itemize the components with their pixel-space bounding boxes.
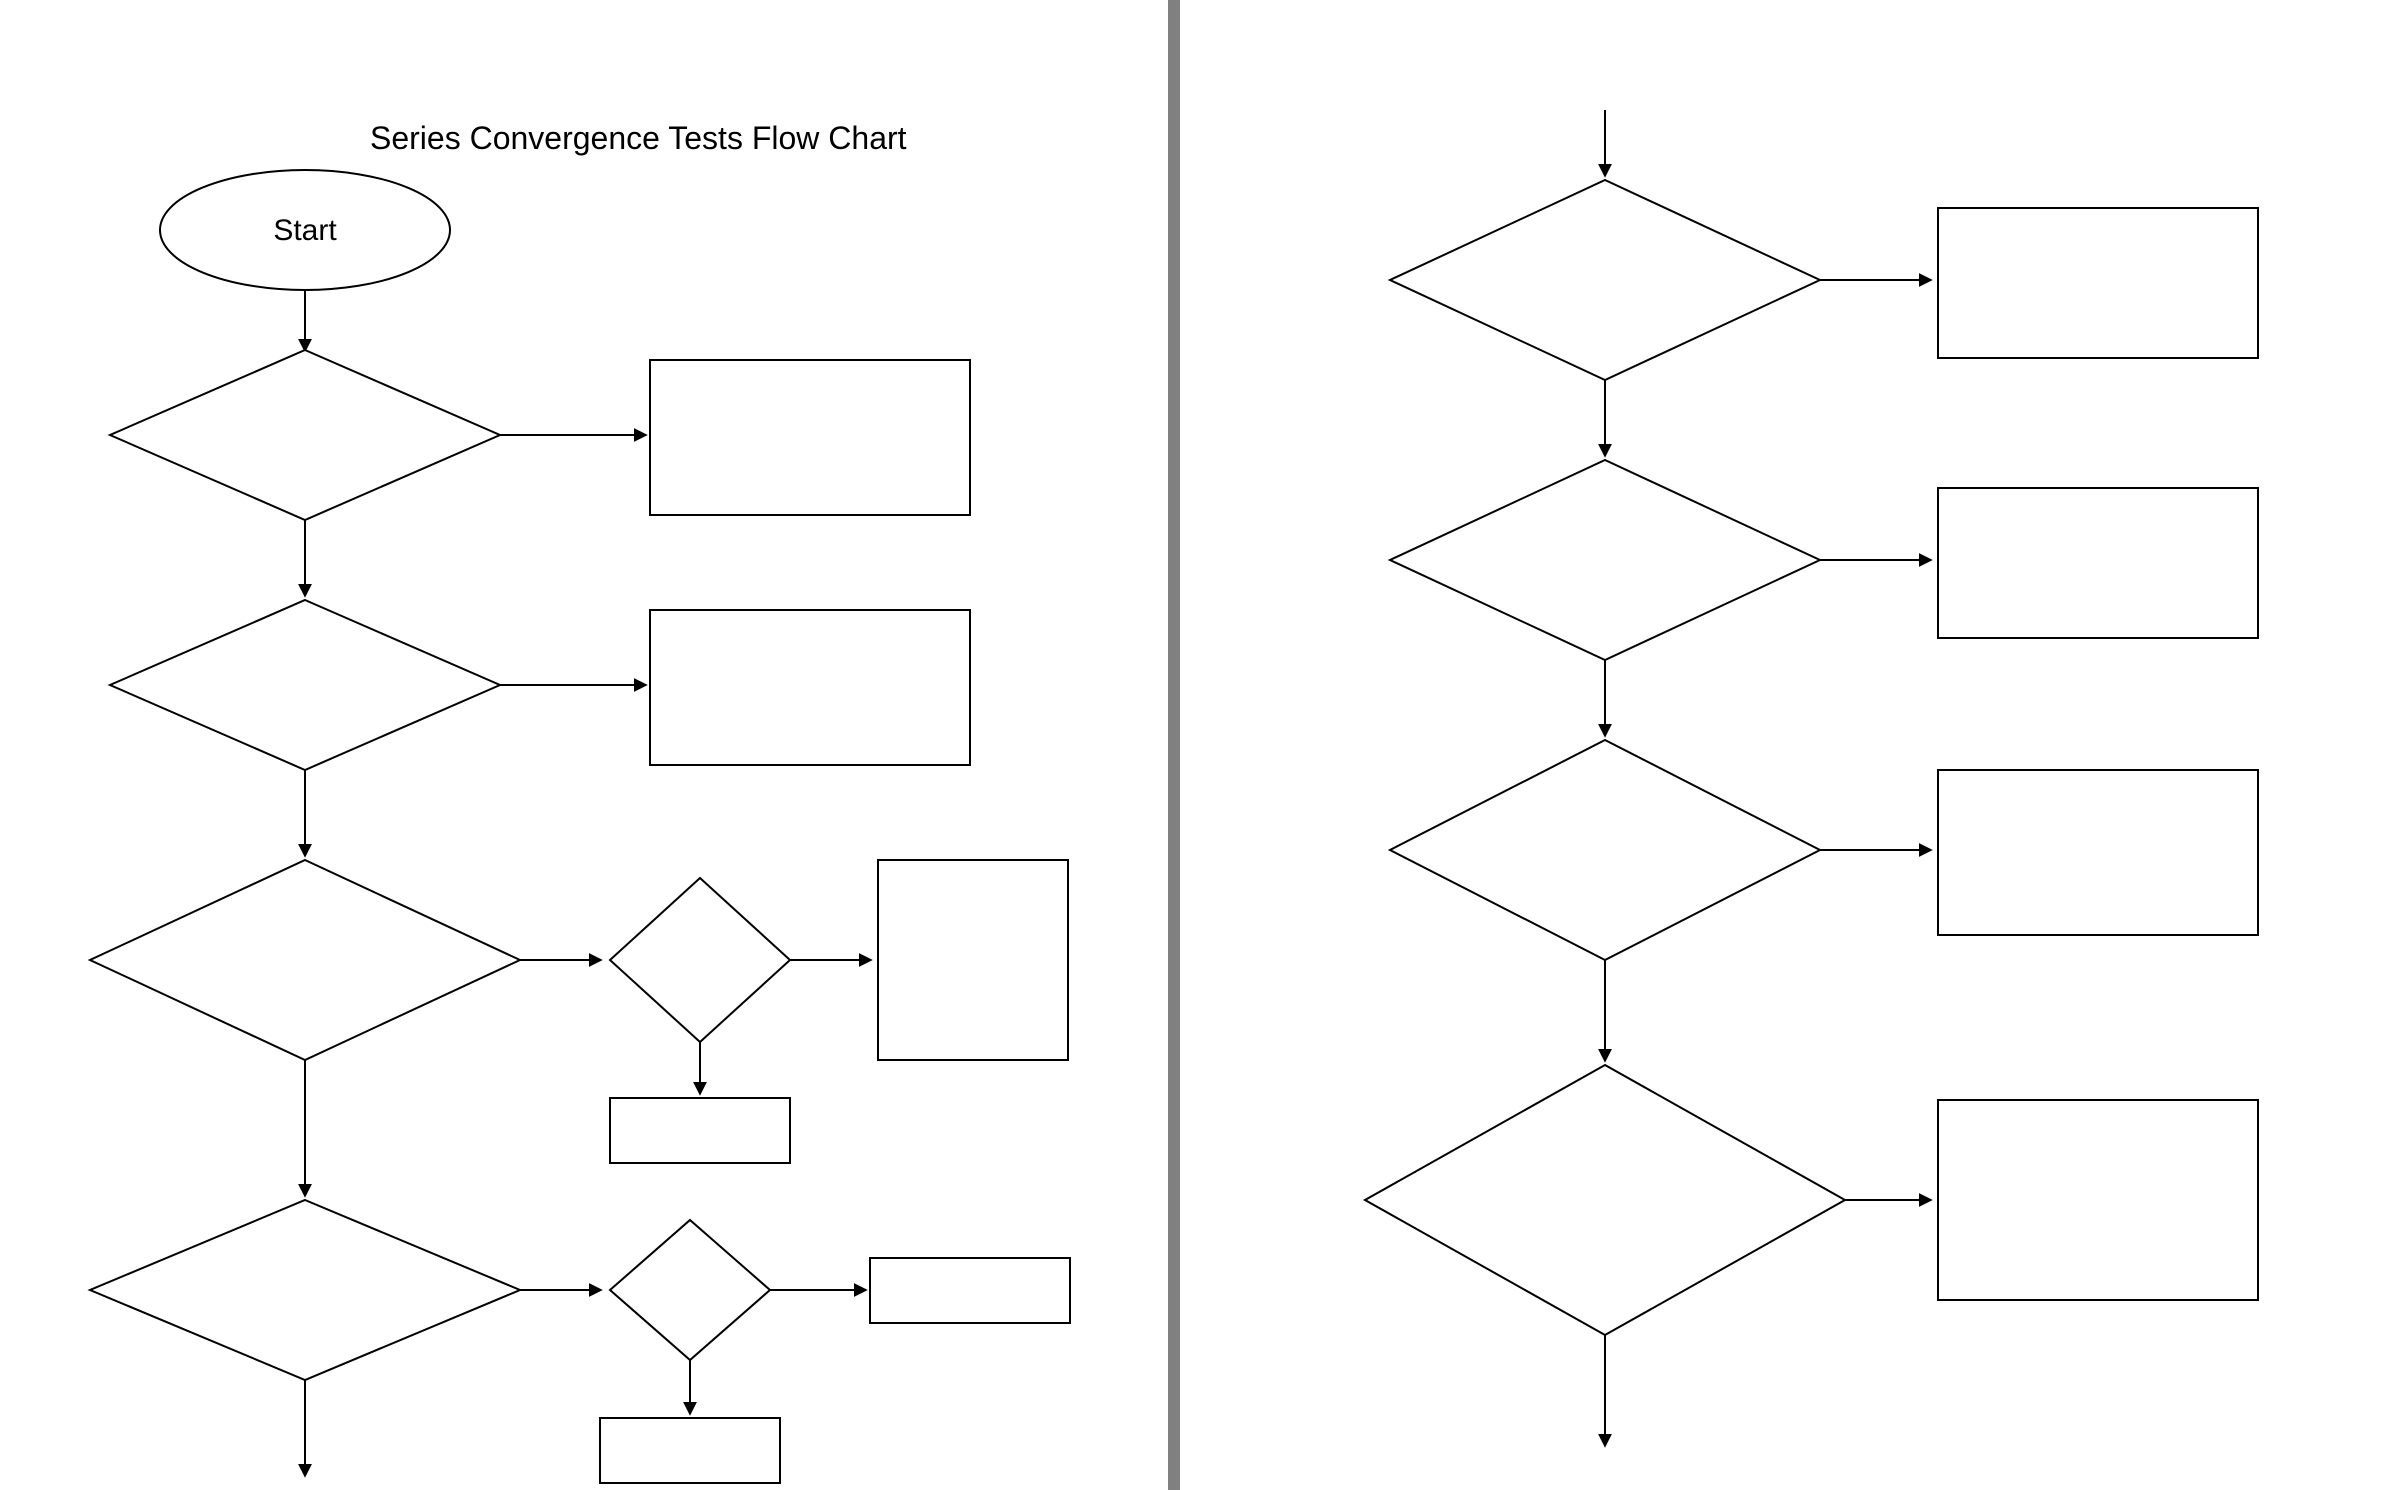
chart-title: Series Convergence Tests Flow Chart [370, 120, 907, 157]
left-rect-4b [600, 1418, 780, 1483]
flowchart-svg: Start [0, 0, 2382, 1490]
left-diamond-3b [610, 878, 790, 1042]
left-rect-1 [650, 360, 970, 515]
start-label: Start [273, 214, 337, 247]
left-diamond-4b [610, 1220, 770, 1360]
left-rect-4 [870, 1258, 1070, 1323]
left-diamond-3 [90, 860, 520, 1060]
left-rect-3b [610, 1098, 790, 1163]
flowchart-stage: Series Convergence Tests Flow Chart Star… [0, 0, 2382, 1490]
left-rect-2 [650, 610, 970, 765]
right-diamond-4 [1365, 1065, 1845, 1335]
right-rect-2 [1938, 488, 2258, 638]
right-rect-3 [1938, 770, 2258, 935]
right-rect-1 [1938, 208, 2258, 358]
left-diamond-2 [110, 600, 500, 770]
page-divider [1168, 0, 1180, 1490]
right-diamond-3 [1390, 740, 1820, 960]
right-rect-4 [1938, 1100, 2258, 1300]
left-diamond-4 [90, 1200, 520, 1380]
right-diamond-2 [1390, 460, 1820, 660]
left-diamond-1 [110, 350, 500, 520]
left-rect-3 [878, 860, 1068, 1060]
right-diamond-1 [1390, 180, 1820, 380]
